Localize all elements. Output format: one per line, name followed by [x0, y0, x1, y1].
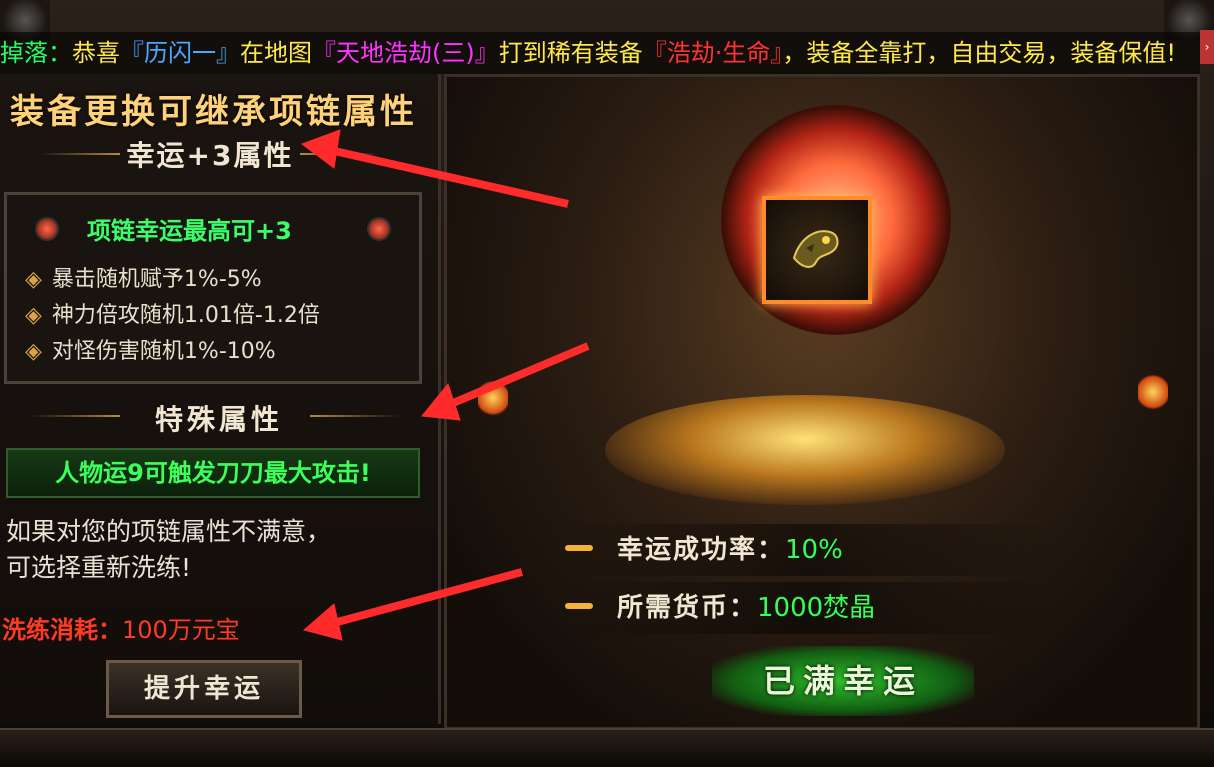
- reroll-note-line2: 可选择重新洗练!: [6, 553, 192, 582]
- red-gem-icon: [367, 217, 391, 241]
- red-gem-icon: [35, 217, 59, 241]
- ticker-item: 『浩劫·生命』: [642, 39, 783, 67]
- success-rate-value: 10%: [785, 535, 843, 565]
- upgrade-luck-button[interactable]: 提升幸运: [106, 660, 302, 718]
- torch-icon: [1138, 372, 1168, 412]
- success-rate-row: 幸运成功率：10%: [565, 524, 1060, 576]
- ticker-close-icon[interactable]: ›: [1200, 30, 1214, 64]
- ticker-got: 打到稀有装备: [498, 39, 643, 67]
- attribute-row: ◈ 神力倍攻随机1.01倍-1.2倍: [25, 297, 320, 329]
- ticker-congrats: 恭喜: [72, 39, 120, 67]
- special-attribute-title: 特殊属性: [154, 403, 283, 436]
- necklace-item-slot[interactable]: [762, 196, 872, 304]
- attribute-text: 神力倍攻随机1.01倍-1.2倍: [51, 303, 320, 328]
- drop-announcement-ticker: 掉落：恭喜『历闪一』在地图『天地浩劫(三)』打到稀有装备『浩劫·生命』，装备全靠…: [0, 32, 1200, 74]
- success-rate-label: 幸运成功率：: [617, 535, 786, 565]
- ticker-player: 『历闪一』: [120, 39, 240, 67]
- gold-dot-icon: [565, 602, 593, 609]
- luck-full-button[interactable]: 已满幸运: [712, 646, 974, 716]
- ticker-at-map: 在地图: [240, 39, 312, 67]
- bottom-status-strip: [0, 728, 1214, 767]
- luck-attribute-box: 项链幸运最高可+3 ◈ 暴击随机赋予1%-5% ◈ 神力倍攻随机1.01倍-1.2倍…: [4, 192, 422, 384]
- currency-row: 所需货币：1000焚晶: [565, 582, 1060, 634]
- altar-bowl: [605, 395, 1005, 505]
- ticker-prefix: 掉落：: [0, 39, 72, 67]
- diamond-bullet-icon: ◈: [25, 303, 42, 328]
- reroll-cost-value: 100万元宝: [122, 616, 240, 644]
- ticker-text: 掉落：恭喜『历闪一』在地图『天地浩劫(三)』打到稀有装备『浩劫·生命』，装备全靠…: [0, 38, 1176, 68]
- attribute-text: 暴击随机赋予1%-5%: [51, 267, 262, 292]
- currency-value: 1000焚晶: [757, 593, 876, 623]
- diamond-bullet-icon: ◈: [25, 267, 42, 292]
- panel-headline: 装备更换可继承项链属性: [10, 92, 417, 132]
- ticker-map: 『天地浩劫(三)』: [312, 39, 499, 67]
- attribute-text: 对怪伤害随机1%-10%: [51, 339, 276, 364]
- attribute-row: ◈ 对怪伤害随机1%-10%: [25, 333, 276, 365]
- currency-label: 所需货币：: [617, 593, 758, 623]
- special-attribute-banner: 人物运9可触发刀刀最大攻击!: [6, 448, 420, 498]
- reroll-cost: 洗练消耗：100万元宝: [2, 610, 240, 645]
- torch-icon: [478, 378, 508, 418]
- luck-max-title: 项链幸运最高可+3: [87, 217, 292, 245]
- gold-dot-icon: [565, 544, 593, 551]
- attribute-row: ◈ 暴击随机赋予1%-5%: [25, 261, 262, 293]
- diamond-bullet-icon: ◈: [25, 339, 42, 364]
- reroll-cost-label: 洗练消耗：: [2, 616, 122, 644]
- reroll-note-line1: 如果对您的项链属性不满意，: [6, 517, 332, 546]
- dragon-necklace-icon: [792, 230, 839, 268]
- ticker-suffix: ，装备全靠打，自由交易，装备保值!: [782, 39, 1176, 67]
- luck-attribute-title: 幸运+3属性: [126, 139, 294, 172]
